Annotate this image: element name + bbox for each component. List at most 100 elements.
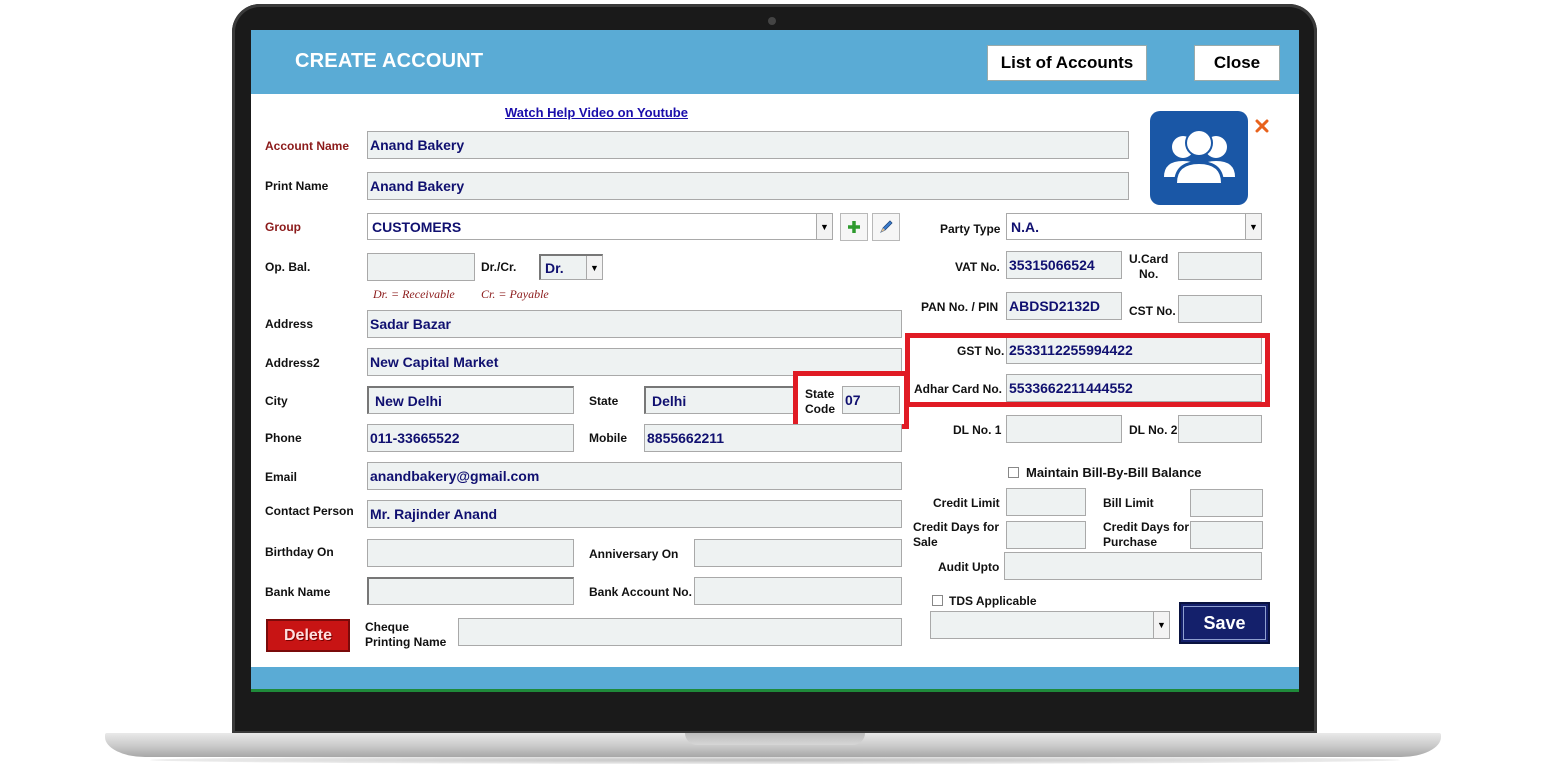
hint-payable: Cr. = Payable (481, 287, 549, 301)
bank-account-input[interactable] (694, 577, 902, 605)
gst-adhar-highlight (905, 333, 1270, 407)
dr-cr-value: Dr. (545, 259, 564, 276)
state-input[interactable]: Delhi (644, 386, 796, 414)
dl-no1-input[interactable] (1006, 415, 1122, 443)
credit-days-sale-input[interactable] (1006, 521, 1086, 549)
audit-upto-input[interactable] (1004, 552, 1262, 580)
save-button[interactable]: Save (1179, 602, 1270, 644)
ucard-no-label-line1: U.Card (1129, 252, 1169, 266)
phone-label: Phone (265, 431, 302, 445)
users-icon[interactable] (1150, 111, 1248, 205)
state-code-highlight (793, 371, 909, 429)
ucard-no-label-line2: No. (1139, 267, 1159, 281)
camera-dot (768, 17, 776, 25)
print-name-label: Print Name (265, 179, 329, 193)
city-label: City (265, 394, 288, 408)
window-title: CREATE ACCOUNT (295, 50, 484, 72)
account-name-input[interactable]: Anand Bakery (367, 131, 1129, 159)
close-button[interactable]: Close (1194, 45, 1280, 81)
party-type-value: N.A. (1011, 218, 1039, 235)
cheque-name-input[interactable] (458, 618, 902, 646)
group-label: Group (265, 220, 301, 234)
credit-days-purchase-label-line1: Credit Days for (1103, 520, 1190, 534)
tds-checkbox[interactable] (932, 595, 943, 606)
pencil-icon (880, 220, 893, 233)
cst-no-input[interactable] (1178, 295, 1262, 323)
pan-no-input[interactable]: ABDSD2132D (1006, 292, 1122, 320)
dr-cr-select[interactable]: Dr. ▼ (539, 254, 603, 280)
group-value: CUSTOMERS (372, 218, 462, 235)
cheque-name-label: Cheque Printing Name (365, 620, 446, 650)
mobile-label: Mobile (589, 431, 627, 445)
laptop-shadow (150, 756, 1400, 764)
hint-receivable: Dr. = Receivable (373, 287, 455, 301)
help-video-link[interactable]: Watch Help Video on Youtube (505, 105, 688, 120)
chevron-down-icon[interactable]: ▼ (816, 214, 832, 239)
account-name-label: Account Name (265, 139, 350, 153)
credit-days-sale-label: Credit Days for Sale (913, 520, 999, 550)
vat-no-input[interactable]: 35315066524 (1006, 251, 1122, 279)
credit-days-purchase-input[interactable] (1190, 521, 1263, 549)
op-bal-label: Op. Bal. (265, 260, 311, 274)
print-name-input[interactable]: Anand Bakery (367, 172, 1129, 200)
cheque-name-label-line2: Printing Name (365, 635, 447, 649)
cst-no-label: CST No. (1129, 304, 1176, 318)
birthday-input[interactable] (367, 539, 574, 567)
ucard-no-input[interactable] (1178, 252, 1262, 280)
app-window: CREATE ACCOUNT List of Accounts Close Wa… (251, 30, 1299, 692)
contact-person-input[interactable]: Mr. Rajinder Anand (367, 500, 902, 528)
address-input[interactable]: Sadar Bazar (367, 310, 902, 338)
anniversary-label: Anniversary On (589, 547, 679, 561)
address-label: Address (265, 317, 314, 331)
maintain-bill-checkbox[interactable] (1008, 467, 1019, 478)
chevron-down-icon[interactable]: ▼ (1153, 612, 1169, 638)
credit-days-purchase-label: Credit Days for Purchase (1103, 520, 1189, 550)
bank-name-label: Bank Name (265, 585, 331, 599)
credit-days-sale-label-line1: Credit Days for (913, 520, 1000, 534)
email-input[interactable]: anandbakery@gmail.com (367, 462, 902, 490)
bill-limit-input[interactable] (1190, 489, 1263, 517)
ucard-no-label: U.Card No. (1129, 252, 1168, 282)
email-label: Email (265, 470, 298, 484)
dl-no2-input[interactable] (1178, 415, 1262, 443)
tds-select[interactable]: ▼ (930, 611, 1170, 639)
mobile-input[interactable]: 8855662211 (644, 424, 902, 452)
birthday-label: Birthday On (265, 545, 334, 559)
credit-days-purchase-label-line2: Purchase (1103, 535, 1158, 549)
city-input[interactable]: New Delhi (367, 386, 574, 414)
address2-label: Address2 (265, 356, 320, 370)
bank-name-input[interactable] (367, 577, 574, 605)
cheque-name-label-line1: Cheque (365, 620, 410, 634)
delete-button[interactable]: Delete (266, 619, 350, 652)
vat-no-label: VAT No. (955, 260, 1000, 274)
chevron-down-icon[interactable]: ▼ (586, 256, 602, 279)
dl-no1-label: DL No. 1 (953, 423, 1002, 437)
audit-upto-label: Audit Upto (938, 560, 1000, 574)
credit-limit-label: Credit Limit (933, 496, 1000, 510)
edit-group-button[interactable] (872, 213, 900, 241)
footer-line (251, 689, 1299, 692)
credit-limit-input[interactable] (1006, 488, 1086, 516)
remove-image-icon[interactable] (1254, 118, 1270, 134)
tds-label: TDS Applicable (949, 594, 1037, 608)
pan-no-label: PAN No. / PIN (921, 300, 999, 314)
party-type-select[interactable]: N.A. ▼ (1006, 213, 1262, 240)
op-bal-input[interactable] (367, 253, 475, 281)
maintain-bill-label: Maintain Bill-By-Bill Balance (1026, 465, 1202, 480)
plus-icon (848, 221, 860, 233)
state-label: State (589, 394, 619, 408)
list-of-accounts-button[interactable]: List of Accounts (987, 45, 1147, 81)
add-group-button[interactable] (840, 213, 868, 241)
group-select[interactable]: CUSTOMERS ▼ (367, 213, 833, 240)
contact-person-label: Contact Person (265, 504, 354, 518)
footer-bar (251, 667, 1299, 689)
bill-limit-label: Bill Limit (1103, 496, 1154, 510)
dr-cr-label: Dr./Cr. (481, 260, 517, 274)
party-type-label: Party Type (940, 222, 1001, 236)
chevron-down-icon[interactable]: ▼ (1245, 214, 1261, 239)
dl-no2-label: DL No. 2 (1129, 423, 1178, 437)
laptop-notch (685, 733, 865, 745)
anniversary-input[interactable] (694, 539, 902, 567)
bank-account-label: Bank Account No. (589, 585, 692, 599)
phone-input[interactable]: 011-33665522 (367, 424, 574, 452)
